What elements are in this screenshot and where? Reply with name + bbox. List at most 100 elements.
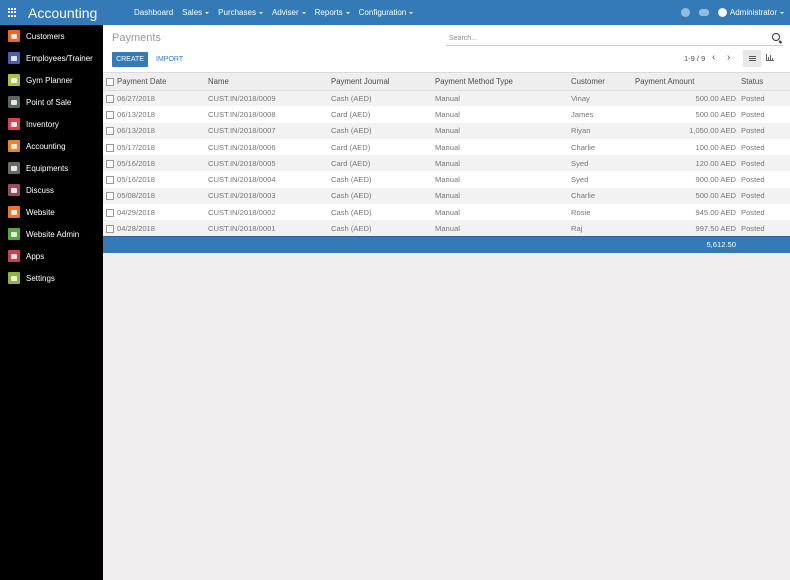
menu-configuration[interactable]: Configuration — [359, 8, 414, 17]
list-icon-line — [748, 58, 756, 59]
sidebar-item-settings[interactable]: Settings — [0, 267, 103, 289]
sidebar-item-inventory[interactable]: Inventory — [0, 113, 103, 135]
menu-label: Configuration — [358, 8, 407, 17]
sidebar-item-label: Employees/Trainer — [26, 53, 93, 63]
sidebar-item-employees-trainer[interactable]: Employees/Trainer — [0, 47, 103, 69]
totals-spacer — [741, 236, 790, 253]
menu-label: Purchases — [218, 8, 256, 17]
cell-date: 06/13/2018 — [117, 122, 208, 139]
select-all-cell — [103, 74, 117, 91]
menu-reports[interactable]: Reports — [315, 8, 350, 17]
graph-view-button[interactable] — [766, 54, 774, 61]
cell-amount: 500.00 AED — [635, 90, 741, 107]
table-row[interactable]: 05/08/2018 CUST.IN/2018/0003 Cash (AED) Man… — [103, 187, 790, 205]
sidebar-item-gym-planner[interactable]: Gym Planner — [0, 69, 103, 91]
column-header-name[interactable]: Name — [208, 74, 331, 91]
row-checkbox[interactable] — [106, 143, 114, 152]
cell-customer: Vinay — [571, 90, 635, 107]
pager-previous-button[interactable]: ‹ — [712, 52, 715, 63]
sidebar-item-website-admin[interactable]: Website Admin — [0, 223, 103, 245]
column-header-payment-method-type[interactable]: Payment Method Type — [435, 74, 571, 91]
column-header-payment-journal[interactable]: Payment Journal — [331, 74, 435, 91]
menu-adviser[interactable]: Adviser — [272, 8, 306, 17]
apps-icon — [8, 250, 20, 262]
sidebar-item-label: Discuss — [26, 185, 55, 195]
cell-amount: 120.00 AED — [635, 155, 741, 172]
cell-method: Manual — [435, 90, 571, 107]
sidebar-item-apps[interactable]: Apps — [0, 245, 103, 267]
cell-status: Posted — [741, 155, 790, 172]
cell-journal: Cash (AED) — [331, 187, 435, 205]
cell-name: CUST.IN/2018/0005 — [208, 155, 331, 172]
row-checkbox[interactable] — [106, 208, 114, 217]
column-header-status[interactable]: Status — [741, 74, 790, 91]
table-row[interactable]: 04/28/2018 CUST.IN/2018/0001 Cash (AED) Man… — [103, 220, 790, 237]
table-row[interactable]: 04/29/2018 CUST.IN/2018/0002 Cash (AED) Man… — [103, 204, 790, 221]
row-checkbox[interactable] — [106, 176, 114, 185]
settings-icon — [8, 272, 20, 284]
sidebar-item-label: Website Admin — [26, 229, 80, 239]
table-row[interactable]: 05/16/2018 CUST.IN/2018/0004 Cash (AED) Man… — [103, 171, 790, 188]
total-amount: 5,612.50 — [635, 236, 741, 253]
cell-method: Manual — [435, 138, 571, 156]
select-all-checkbox[interactable] — [106, 78, 114, 87]
list-view-button[interactable] — [743, 50, 761, 67]
table-row[interactable]: 06/27/2018 CUST.IN/2018/0009 Cash (AED) Man… — [103, 90, 790, 107]
cell-date: 05/17/2018 — [117, 138, 208, 156]
row-select-cell — [103, 155, 117, 172]
row-checkbox[interactable] — [106, 110, 114, 119]
sidebar-item-customers[interactable]: Customers — [0, 25, 103, 47]
cell-customer: Charlie — [571, 138, 635, 156]
activity-clock-icon[interactable] — [680, 8, 690, 17]
pager-value[interactable]: 1-9 / 9 — [684, 54, 705, 63]
table-row[interactable]: 05/17/2018 CUST.IN/2018/0006 Card (AED) Man… — [103, 138, 790, 156]
row-checkbox[interactable] — [106, 192, 114, 201]
cell-journal: Cash (AED) — [331, 220, 435, 237]
menu-sales[interactable]: Sales — [182, 8, 210, 17]
sidebar-item-discuss[interactable]: Discuss — [0, 179, 103, 201]
table-row[interactable]: 06/13/2018 CUST.IN/2018/0008 Card (AED) Man… — [103, 106, 790, 123]
cell-customer: Rosie — [571, 204, 635, 221]
table-row[interactable]: 06/13/2018 CUST.IN/2018/0007 Cash (AED) Man… — [103, 122, 790, 139]
inventory-icon — [8, 118, 20, 130]
chat-icon[interactable] — [698, 9, 709, 16]
row-checkbox[interactable] — [106, 127, 114, 136]
cell-status: Posted — [741, 171, 790, 188]
row-checkbox[interactable] — [106, 159, 114, 168]
cell-status: Posted — [741, 122, 790, 139]
chevron-down-icon — [780, 11, 784, 14]
user-menu[interactable]: Administrator — [730, 8, 777, 17]
row-checkbox[interactable] — [106, 224, 114, 233]
menu-label: Dashboard — [134, 8, 174, 17]
cell-method: Manual — [435, 204, 571, 221]
breadcrumb: Payments — [112, 32, 161, 44]
menu-label: Adviser — [271, 8, 299, 17]
cell-name: CUST.IN/2018/0008 — [208, 106, 331, 123]
sidebar-item-point-of-sale[interactable]: Point of Sale — [0, 91, 103, 113]
row-checkbox[interactable] — [106, 94, 114, 103]
totals-row: 5,612.50 — [103, 236, 790, 253]
pager-next-button[interactable]: › — [727, 52, 730, 63]
row-select-cell — [103, 171, 117, 188]
table-row[interactable]: 05/16/2018 CUST.IN/2018/0005 Card (AED) Man… — [103, 155, 790, 172]
customers-icon — [8, 30, 20, 42]
menu-dashboard[interactable]: Dashboard — [134, 8, 173, 17]
avatar[interactable] — [717, 8, 727, 17]
cell-customer: James — [571, 106, 635, 123]
cell-amount: 500.00 AED — [635, 187, 741, 205]
sidebar-item-equipments[interactable]: Equipments — [0, 157, 103, 179]
menu-purchases[interactable]: Purchases — [218, 8, 263, 17]
column-header-payment-date[interactable]: Payment Date — [117, 74, 208, 91]
column-header-customer[interactable]: Customer — [571, 74, 635, 91]
cell-name: CUST.IN/2018/0003 — [208, 187, 331, 205]
search-icon[interactable] — [772, 33, 780, 41]
import-button[interactable]: IMPORT — [156, 52, 183, 67]
create-button[interactable]: CREATE — [112, 52, 148, 67]
sidebar-item-website[interactable]: Website — [0, 201, 103, 223]
cell-date: 06/13/2018 — [117, 106, 208, 123]
column-header-payment-amount[interactable]: Payment Amount — [635, 74, 741, 91]
search-input[interactable] — [446, 31, 746, 45]
cell-date: 04/29/2018 — [117, 204, 208, 221]
sidebar-item-accounting[interactable]: Accounting — [0, 135, 103, 157]
apps-grid-icon[interactable] — [8, 7, 18, 18]
